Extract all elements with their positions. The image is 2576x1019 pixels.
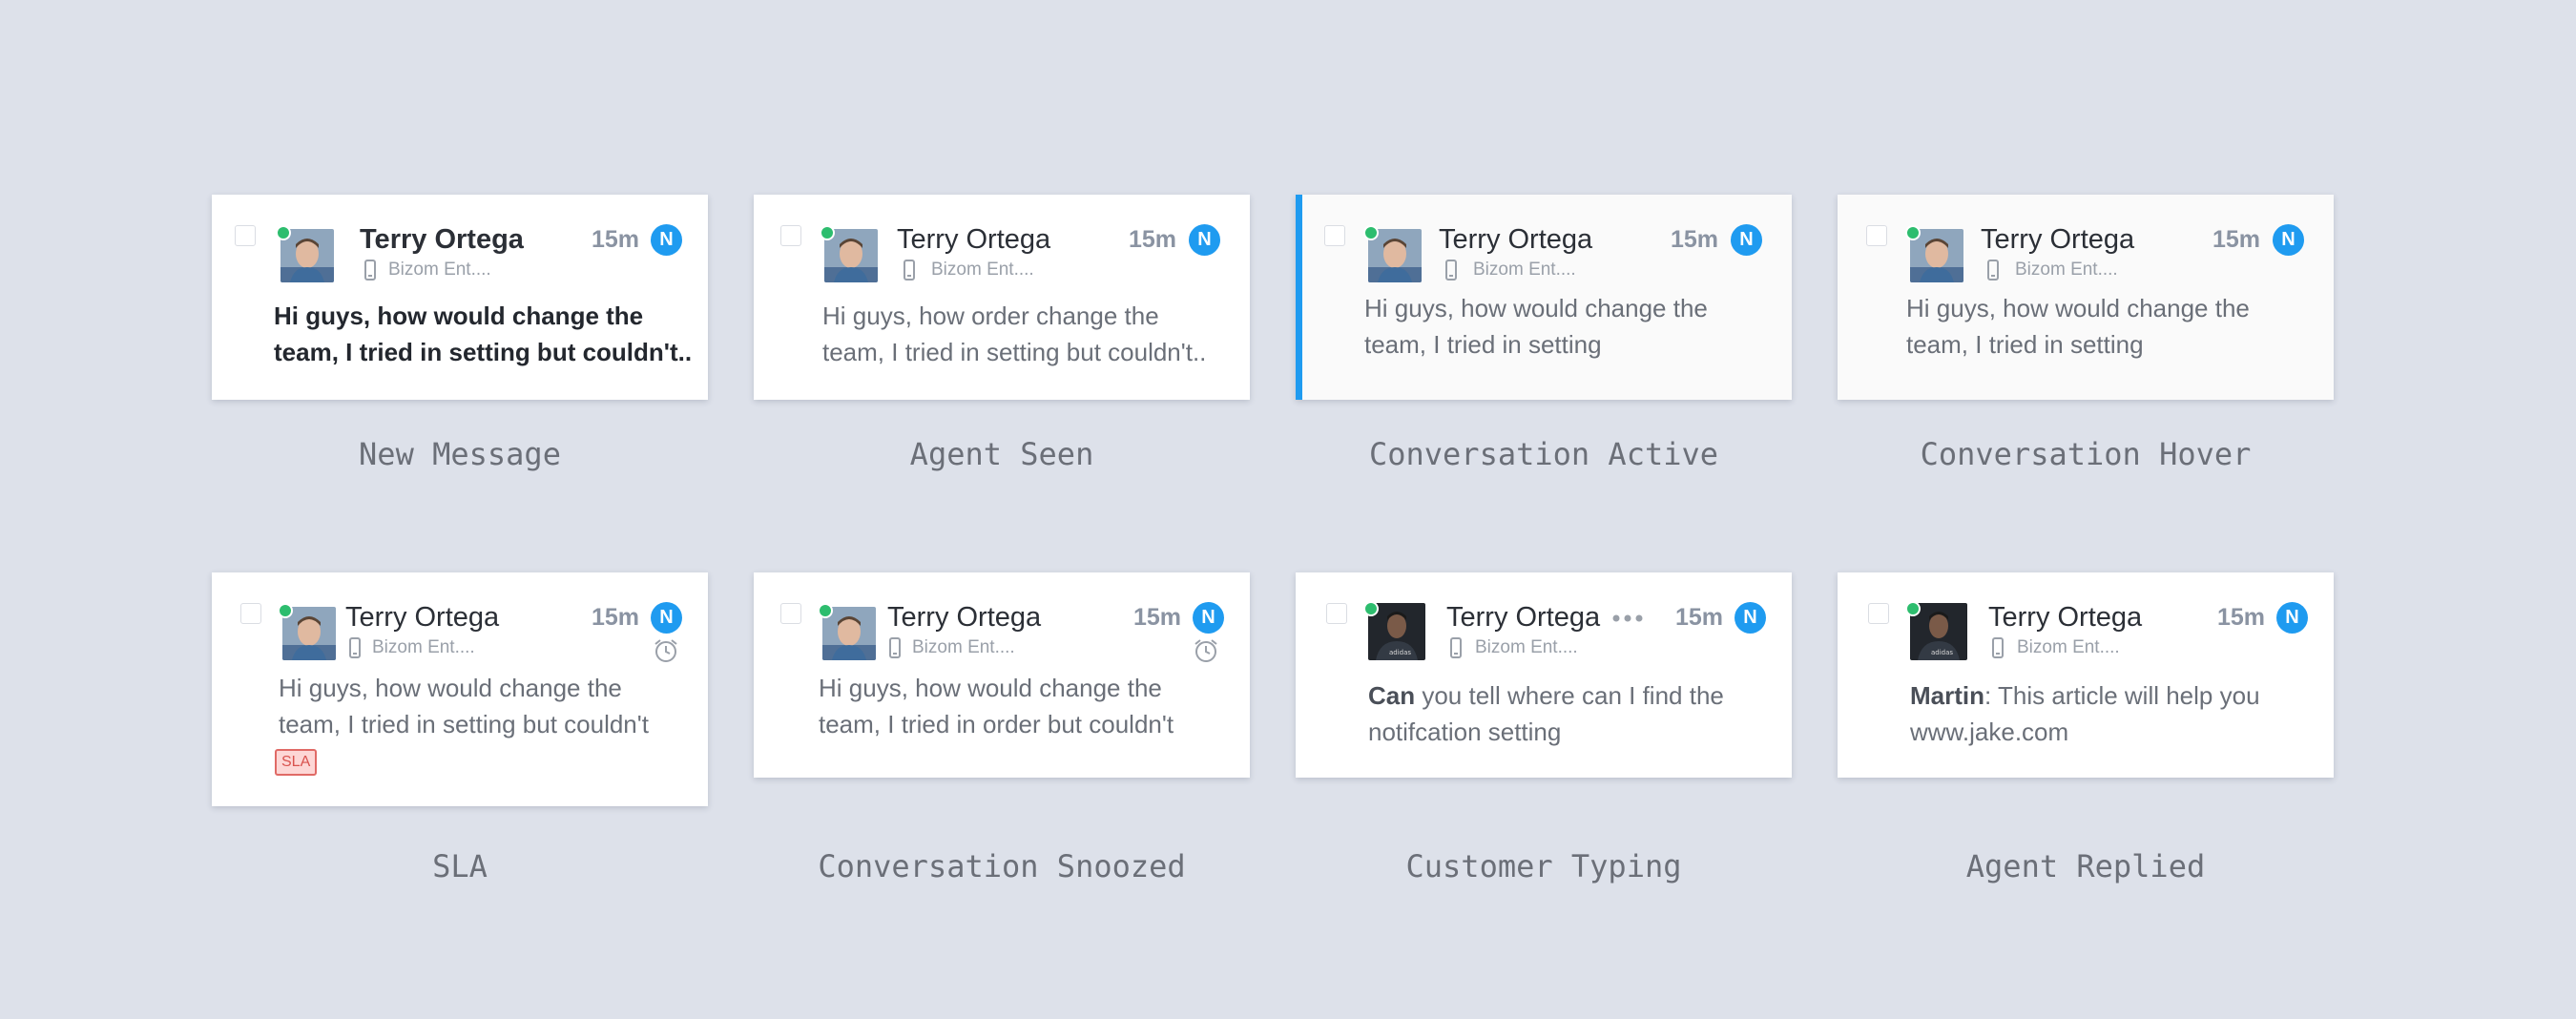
message-preview-line1: Hi guys, how would change the <box>819 674 1162 702</box>
message-preview-line2: team, I tried in setting but couldn't.. <box>822 338 1207 366</box>
alarm-clock-icon <box>1195 639 1217 662</box>
online-status-indicator <box>1905 601 1921 616</box>
time-ago: 15m <box>592 604 640 631</box>
agent-name: Martin <box>1910 681 1984 710</box>
state-caption: Customer Typing <box>1405 848 1682 884</box>
message-preview-line2[interactable]: www.jake.com <box>1910 714 2068 750</box>
online-status-indicator <box>818 603 833 618</box>
phone-icon <box>1992 637 2004 658</box>
online-status-indicator <box>278 603 293 618</box>
company-name: Bizom Ent.... <box>388 260 491 280</box>
active-indicator-bar <box>1296 195 1302 400</box>
channel-badge: N <box>651 602 682 634</box>
sla-badge: SLA <box>275 749 318 776</box>
phone-icon <box>1450 637 1462 658</box>
message-preview-line2: notifcation setting <box>1368 717 1562 746</box>
phone-icon <box>889 637 901 658</box>
channel-badge: N <box>2273 224 2304 256</box>
select-checkbox[interactable] <box>1326 603 1347 624</box>
conversation-card-new-message[interactable]: Terry Ortega Bizom Ent.... 15m N Hi guys… <box>212 195 708 400</box>
phone-icon <box>349 637 361 658</box>
time-ago: 15m <box>1133 604 1182 631</box>
message-preview-line2: team, I tried in setting <box>1364 330 1602 359</box>
state-caption: Conversation Snoozed <box>818 848 1186 884</box>
online-status-indicator <box>1905 225 1921 240</box>
alarm-clock-icon <box>654 639 677 662</box>
message-preview-line1: Hi guys, how would change the <box>279 674 622 702</box>
message-preview-line2: team, I tried in order but couldn't <box>819 710 1174 738</box>
company-name: Bizom Ent.... <box>2015 260 2118 280</box>
select-checkbox[interactable] <box>780 225 801 246</box>
select-checkbox[interactable] <box>780 603 801 624</box>
phone-icon <box>1987 260 1999 281</box>
company-name: Bizom Ent.... <box>931 260 1034 280</box>
message-preview-line2: team, I tried in setting but couldn't <box>279 710 649 738</box>
select-checkbox[interactable] <box>1866 225 1887 246</box>
company-name: Bizom Ent.... <box>2017 637 2120 657</box>
state-caption: Conversation Active <box>1368 436 1719 472</box>
conversation-card-agent-replied[interactable]: adidas Terry Ortega Bizom Ent.... 15m N … <box>1838 572 2334 778</box>
contact-name: Terry Ortega <box>1988 602 2143 633</box>
company-name: Bizom Ent.... <box>1473 260 1576 280</box>
message-highlight: Can <box>1368 681 1416 710</box>
message-preview-line1: Hi guys, how order change the <box>822 302 1159 330</box>
contact-name: Terry Ortega <box>360 224 524 255</box>
channel-badge: N <box>1731 224 1762 256</box>
contact-name: Terry Ortega <box>1446 602 1601 633</box>
time-ago: 15m <box>1129 226 1177 253</box>
company-name: Bizom Ent.... <box>372 637 475 657</box>
svg-text:adidas: adidas <box>1931 649 1953 656</box>
select-checkbox[interactable] <box>1324 225 1345 246</box>
message-preview-line2: team, I tried in setting but couldn't.. <box>274 338 693 366</box>
channel-badge: N <box>651 224 682 256</box>
message-preview-line2: team, I tried in setting <box>1906 330 2144 359</box>
state-caption: Agent Replied <box>1965 848 2206 884</box>
conversation-card-sla[interactable]: Terry Ortega Bizom Ent.... 15m N Hi guys… <box>212 572 708 806</box>
message-preview-line1: Hi guys, how would change the <box>1364 294 1708 322</box>
online-status-indicator <box>1363 225 1379 240</box>
select-checkbox[interactable] <box>235 225 256 246</box>
company-name: Bizom Ent.... <box>912 637 1015 657</box>
conversation-card-agent-seen[interactable]: Terry Ortega Bizom Ent.... 15m N Hi guys… <box>754 195 1250 400</box>
online-status-indicator <box>1363 601 1379 616</box>
state-caption: New Message <box>359 436 561 472</box>
channel-badge: N <box>2276 602 2308 634</box>
state-caption: Agent Seen <box>909 436 1094 472</box>
time-ago: 15m <box>1675 604 1724 631</box>
channel-badge: N <box>1735 602 1766 634</box>
contact-name: Terry Ortega <box>345 602 500 633</box>
phone-icon <box>904 260 915 281</box>
select-checkbox[interactable] <box>1868 603 1889 624</box>
conversation-card-hover[interactable]: Terry Ortega Bizom Ent.... 15m N Hi guys… <box>1838 195 2334 400</box>
conversation-card-customer-typing[interactable]: adidas Terry Ortega Bizom Ent.... 15m N … <box>1296 572 1792 778</box>
contact-name: Terry Ortega <box>1439 224 1593 255</box>
phone-icon <box>1445 260 1457 281</box>
time-ago: 15m <box>592 226 640 253</box>
online-status-indicator <box>276 225 291 240</box>
state-caption: SLA <box>432 848 488 884</box>
typing-indicator-icon <box>1612 614 1643 622</box>
message-preview-line1: Can you tell where can I find the <box>1368 681 1724 710</box>
contact-name: Terry Ortega <box>897 224 1051 255</box>
contact-name: Terry Ortega <box>887 602 1042 633</box>
company-name: Bizom Ent.... <box>1475 637 1578 657</box>
time-ago: 15m <box>2217 604 2266 631</box>
svg-text:adidas: adidas <box>1389 649 1411 656</box>
select-checkbox[interactable] <box>240 603 261 624</box>
message-preview-line1: Hi guys, how would change the <box>274 302 644 330</box>
channel-badge: N <box>1193 602 1224 634</box>
channel-badge: N <box>1189 224 1220 256</box>
time-ago: 15m <box>2212 226 2261 253</box>
time-ago: 15m <box>1671 226 1719 253</box>
state-caption: Conversation Hover <box>1920 436 2252 472</box>
phone-icon <box>364 260 376 281</box>
conversation-card-snoozed[interactable]: Terry Ortega Bizom Ent.... 15m N Hi guys… <box>754 572 1250 778</box>
online-status-indicator <box>820 225 835 240</box>
contact-name: Terry Ortega <box>1981 224 2135 255</box>
message-preview-line1: Martin: This article will help you <box>1910 681 2260 710</box>
message-preview-line1: Hi guys, how would change the <box>1906 294 2250 322</box>
conversation-card-active[interactable]: Terry Ortega Bizom Ent.... 15m N Hi guys… <box>1296 195 1792 400</box>
